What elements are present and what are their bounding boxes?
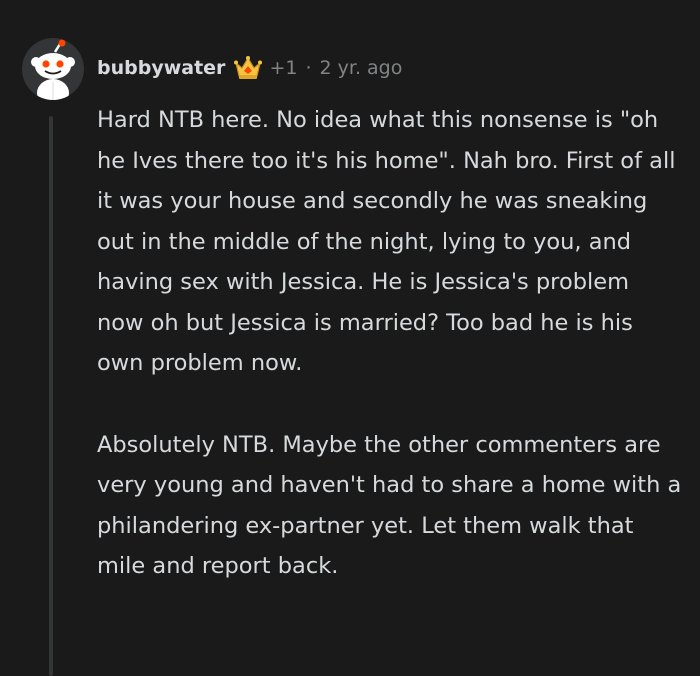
award-count: +1 <box>269 57 298 79</box>
comment-paragraph: Absolutely NTB. Maybe the other commente… <box>97 431 682 580</box>
crown-award-icon[interactable] <box>233 54 263 82</box>
comment-header: bubbywater +1 · 2 yr. ago <box>97 53 402 83</box>
comment-body: Hard NTB here. No idea what this nonsens… <box>97 100 682 587</box>
comment-timestamp[interactable]: 2 yr. ago <box>320 57 403 79</box>
comment: bubbywater +1 · 2 yr. ago Hard NTB here.… <box>0 0 700 676</box>
username-link[interactable]: bubbywater <box>97 57 225 79</box>
comment-paragraph: Hard NTB here. No idea what this nonsens… <box>97 107 676 376</box>
snoo-avatar-icon[interactable] <box>22 38 84 100</box>
meta-separator: · <box>305 57 312 79</box>
thread-collapse-line[interactable] <box>49 116 53 676</box>
